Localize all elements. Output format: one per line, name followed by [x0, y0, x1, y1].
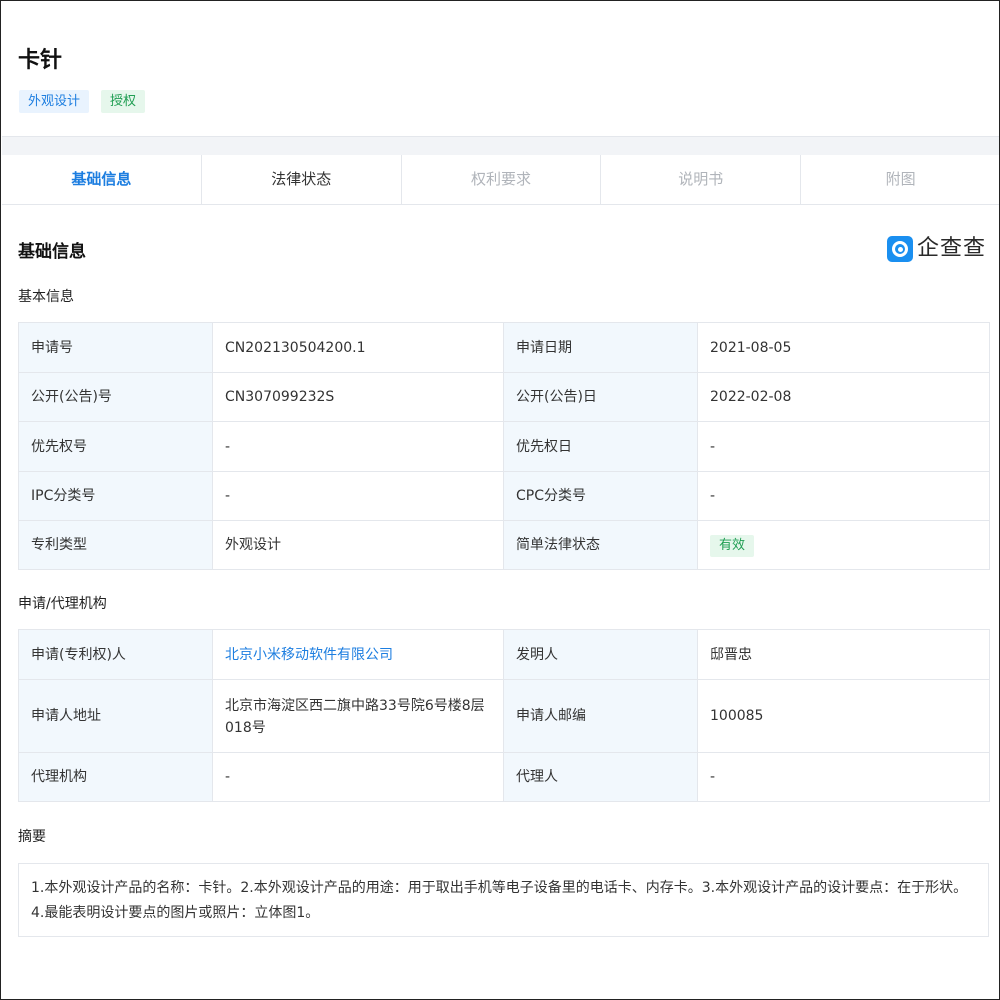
key-inventor: 发明人 [503, 629, 698, 680]
page-frame: 卡针 外观设计 授权 基础信息 法律状态 权利要求 说明书 附图 基础信息 企查… [0, 0, 1000, 1000]
key-agency: 代理机构 [18, 752, 213, 802]
key-priority-number: 优先权号 [18, 421, 213, 472]
qcc-logo-text: 企查查 [917, 236, 987, 261]
header-divider [2, 136, 999, 155]
value-inventor: 邸晋忠 [697, 629, 990, 680]
qcc-logo-icon [887, 236, 913, 262]
tab-description[interactable]: 说明书 [601, 155, 802, 204]
abstract-text: 1.本外观设计产品的名称：卡针。2.本外观设计产品的用途：用于取出手机等电子设备… [18, 863, 989, 937]
value-publication-number: CN307099232S [212, 372, 504, 422]
patent-status-tag: 授权 [101, 90, 146, 113]
table-row: 代理机构 - 代理人 - [18, 752, 990, 802]
value-application-number: CN202130504200.1 [212, 322, 504, 373]
table-row: IPC分类号 - CPC分类号 - [18, 471, 990, 521]
table-row: 申请人地址 北京市海淀区西二旗中路33号院6号楼8层018号 申请人邮编 100… [18, 679, 990, 753]
section-title: 基础信息 [18, 242, 86, 262]
key-patent-type: 专利类型 [18, 520, 213, 570]
key-applicant: 申请(专利权)人 [18, 629, 213, 680]
key-applicant-postcode: 申请人邮编 [503, 679, 698, 753]
value-priority-number: - [212, 421, 504, 472]
key-publication-date: 公开(公告)日 [503, 372, 698, 422]
value-patent-type: 外观设计 [212, 520, 504, 570]
key-application-date: 申请日期 [503, 322, 698, 373]
value-agent: - [697, 752, 990, 802]
value-application-date: 2021-08-05 [697, 322, 990, 373]
value-publication-date: 2022-02-08 [697, 372, 990, 422]
tab-claims[interactable]: 权利要求 [402, 155, 602, 204]
basic-info-title: 基本信息 [18, 289, 74, 305]
qcc-logo: 企查查 [887, 235, 986, 263]
table-row: 申请(专利权)人 北京小米移动软件有限公司 发明人 邸晋忠 [18, 629, 990, 680]
basic-info-table: 申请号 CN202130504200.1 申请日期 2021-08-05 公开(… [18, 322, 990, 570]
value-applicant-cell: 北京小米移动软件有限公司 [212, 629, 504, 680]
agency-table: 申请(专利权)人 北京小米移动软件有限公司 发明人 邸晋忠 申请人地址 北京市海… [18, 629, 990, 802]
tab-drawings[interactable]: 附图 [801, 155, 999, 204]
tab-bar: 基础信息 法律状态 权利要求 说明书 附图 [2, 155, 999, 205]
key-publication-number: 公开(公告)号 [18, 372, 213, 422]
legal-status-badge: 有效 [710, 534, 755, 557]
key-priority-date: 优先权日 [503, 421, 698, 472]
agency-title: 申请/代理机构 [18, 596, 107, 612]
value-applicant-address: 北京市海淀区西二旗中路33号院6号楼8层018号 [212, 679, 504, 753]
value-ipc-class: - [212, 471, 504, 521]
key-ipc-class: IPC分类号 [18, 471, 213, 521]
key-agent: 代理人 [503, 752, 698, 802]
abstract-title: 摘要 [18, 829, 46, 845]
applicant-link[interactable]: 北京小米移动软件有限公司 [225, 647, 393, 663]
key-application-number: 申请号 [18, 322, 213, 373]
value-agency: - [212, 752, 504, 802]
table-row: 公开(公告)号 CN307099232S 公开(公告)日 2022-02-08 [18, 372, 990, 422]
page-title: 卡针 [18, 48, 63, 73]
tab-legal-status[interactable]: 法律状态 [202, 155, 402, 204]
patent-type-tag: 外观设计 [19, 90, 90, 113]
page-header: 卡针 外观设计 授权 [2, 2, 999, 136]
value-cpc-class: - [697, 471, 990, 521]
value-priority-date: - [697, 421, 990, 472]
value-applicant-postcode: 100085 [697, 679, 990, 753]
table-row: 专利类型 外观设计 简单法律状态 有效 [18, 520, 990, 570]
value-legal-status-cell: 有效 [697, 520, 990, 570]
key-legal-status: 简单法律状态 [503, 520, 698, 570]
tab-basic-info[interactable]: 基础信息 [2, 155, 202, 204]
table-row: 优先权号 - 优先权日 - [18, 421, 990, 472]
table-row: 申请号 CN202130504200.1 申请日期 2021-08-05 [18, 322, 990, 373]
key-applicant-address: 申请人地址 [18, 679, 213, 753]
key-cpc-class: CPC分类号 [503, 471, 698, 521]
